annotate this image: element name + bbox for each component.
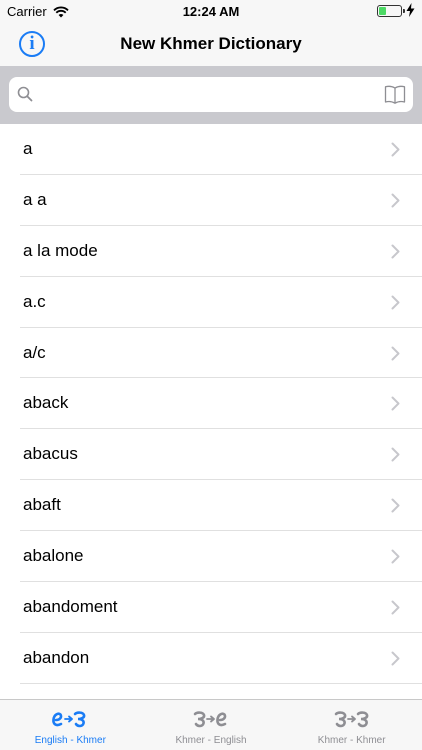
book-icon[interactable]	[384, 83, 406, 105]
chevron-right-icon	[391, 447, 400, 462]
list-item[interactable]: a/c	[0, 328, 422, 379]
tab-label: Khmer - Khmer	[317, 735, 386, 746]
list-item[interactable]: a	[0, 124, 422, 175]
search-box[interactable]	[9, 77, 413, 112]
search-icon	[17, 86, 33, 102]
search-bar-container	[0, 66, 422, 124]
charging-bolt-icon	[406, 3, 415, 17]
list-item[interactable]: a.c	[0, 277, 422, 328]
tab-khmer-english[interactable]: Khmer - English	[141, 700, 282, 750]
battery-icon	[377, 5, 405, 17]
status-bar: Carrier 12:24 AM	[0, 0, 422, 22]
page-title: New Khmer Dictionary	[120, 34, 302, 53]
list-item[interactable]: abaft	[0, 480, 422, 532]
english-to-khmer-icon	[52, 711, 86, 728]
navigation-bar: i New Khmer Dictionary	[0, 22, 422, 66]
khmer-to-khmer-icon	[334, 711, 369, 728]
chevron-right-icon	[391, 549, 400, 564]
list-item[interactable]: abandoment	[0, 582, 422, 633]
chevron-right-icon	[391, 651, 400, 666]
row-separator	[20, 682, 422, 684]
list-item[interactable]: abalone	[0, 531, 422, 583]
tab-label: English - Khmer	[34, 735, 106, 746]
search-input[interactable]	[41, 82, 371, 107]
list-item-label: a la mode	[23, 240, 98, 260]
list-item-label: a a	[23, 189, 47, 209]
tab-english-khmer[interactable]: English - Khmer	[0, 700, 141, 750]
list-item-label: aback	[23, 393, 69, 413]
chevron-right-icon	[391, 600, 400, 615]
chevron-right-icon	[391, 396, 400, 411]
chevron-right-icon	[391, 193, 400, 208]
list-item[interactable]: abandon	[0, 633, 422, 684]
list-item[interactable]: a la mode	[0, 226, 422, 277]
tab-bar: English - Khmer Khmer - English Khmer - …	[0, 699, 422, 750]
list-item-label: abandon	[23, 647, 90, 667]
status-time: 12:24 AM	[182, 4, 240, 19]
chevron-right-icon	[391, 346, 400, 361]
word-list: a a a a la mode a.c a/c aback abacus abaft abalo…	[0, 124, 422, 699]
tab-khmer-khmer[interactable]: Khmer - Khmer	[281, 700, 422, 750]
chevron-right-icon	[391, 244, 400, 259]
battery-level	[379, 7, 387, 15]
list-item-label: a	[23, 139, 33, 158]
list-item-label: a/c	[23, 342, 46, 362]
list-item-label: abandoment	[23, 597, 118, 617]
list-item[interactable]: abacus	[0, 429, 422, 481]
list-item-label: abaft	[23, 495, 61, 515]
chevron-right-icon	[391, 498, 400, 513]
battery-tip	[403, 9, 405, 13]
list-item[interactable]: aback	[0, 378, 422, 430]
list-item-label: a.c	[23, 291, 46, 311]
list-item-label: abalone	[23, 546, 84, 566]
tab-label: Khmer - English	[175, 735, 247, 746]
chevron-right-icon	[391, 295, 400, 310]
chevron-right-icon	[391, 142, 400, 157]
list-item-label: abacus	[23, 444, 78, 464]
khmer-to-english-icon	[193, 711, 227, 728]
list-item[interactable]: a a	[0, 175, 422, 226]
